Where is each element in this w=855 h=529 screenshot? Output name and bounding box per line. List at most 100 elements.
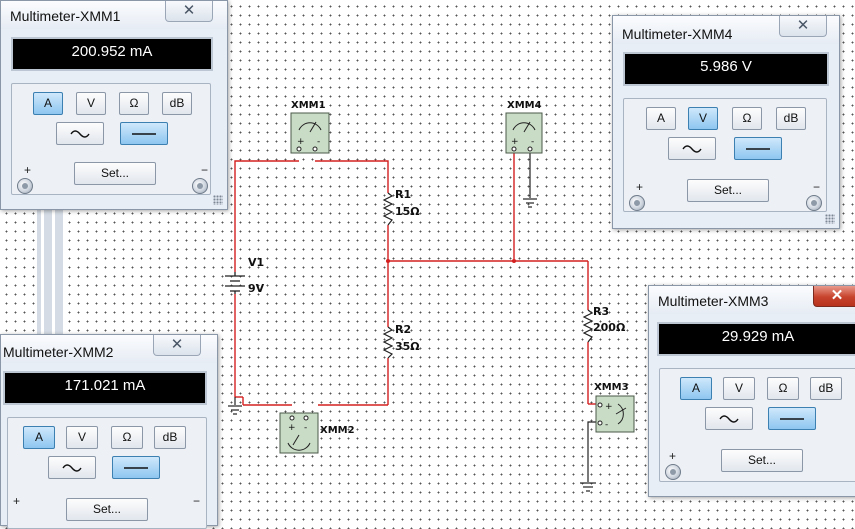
window-title: Multimeter-XMM2 bbox=[3, 344, 114, 360]
mode-v-button[interactable]: V bbox=[688, 107, 718, 130]
dc-line-icon bbox=[780, 418, 804, 420]
mode-db-button[interactable]: dB bbox=[810, 377, 842, 400]
r2-name: R2 bbox=[395, 323, 411, 336]
ac-wave-icon bbox=[70, 130, 90, 138]
xmm2-label: XMM2 bbox=[320, 425, 355, 436]
title-bar[interactable]: Multimeter-XMM1 ✕ bbox=[1, 1, 227, 29]
resistor-r2[interactable] bbox=[382, 326, 394, 359]
mode-db-button[interactable]: dB bbox=[154, 426, 186, 449]
workspace-edge bbox=[37, 195, 63, 340]
svg-text:+: + bbox=[511, 137, 519, 147]
multimeter-xmm1-window[interactable]: Multimeter-XMM1 ✕ 200.952 mA A V Ω dB Se… bbox=[0, 0, 228, 210]
mode-a-button[interactable]: A bbox=[646, 107, 676, 130]
svg-text:-: - bbox=[605, 420, 608, 430]
title-bar[interactable]: Multimeter-XMM3 ✕ bbox=[649, 286, 855, 314]
wires bbox=[234, 152, 598, 406]
multimeter-xmm4-window[interactable]: Multimeter-XMM4 ✕ 5.986 V A V Ω dB Set..… bbox=[612, 15, 840, 229]
mode-db-button[interactable]: dB bbox=[162, 92, 192, 115]
mode-db-button[interactable]: dB bbox=[776, 107, 806, 130]
mode-v-button[interactable]: V bbox=[76, 92, 106, 115]
reading-display: 200.952 mA bbox=[11, 37, 213, 71]
controls-panel: A V Ω dB Set... bbox=[659, 368, 855, 482]
ac-button[interactable] bbox=[705, 407, 753, 430]
mode-ohm-button[interactable]: Ω bbox=[767, 377, 799, 400]
ground-symbol bbox=[228, 405, 242, 415]
svg-text:+: + bbox=[288, 423, 296, 433]
xmm1-symbol[interactable]: + - bbox=[290, 112, 330, 154]
xmm3-label: XMM3 bbox=[594, 382, 629, 393]
title-bar[interactable]: Multimeter-XMM2 ✕ bbox=[1, 335, 217, 363]
ground-symbol bbox=[580, 482, 596, 492]
xmm3-symbol[interactable]: + - bbox=[595, 395, 635, 433]
plus-label: + bbox=[13, 494, 21, 508]
ac-button[interactable] bbox=[668, 137, 716, 160]
window-title: Multimeter-XMM4 bbox=[622, 26, 733, 42]
xmm2-symbol[interactable]: + - bbox=[279, 412, 319, 454]
resize-grip[interactable] bbox=[825, 214, 835, 224]
battery-v1[interactable] bbox=[225, 272, 245, 294]
set-button[interactable]: Set... bbox=[74, 162, 156, 185]
mode-a-button[interactable]: A bbox=[680, 377, 712, 400]
positive-terminal[interactable] bbox=[665, 464, 681, 480]
title-bar[interactable]: Multimeter-XMM4 ✕ bbox=[613, 16, 839, 44]
controls-panel: A V Ω dB Set... bbox=[11, 83, 211, 195]
svg-text:-: - bbox=[531, 137, 534, 147]
ac-wave-icon bbox=[719, 415, 739, 423]
ac-wave-icon bbox=[62, 464, 82, 472]
window-title: Multimeter-XMM3 bbox=[658, 293, 769, 309]
r1-value: 15Ω bbox=[395, 205, 420, 218]
resistor-r3[interactable] bbox=[582, 309, 594, 343]
xmm1-label: XMM1 bbox=[291, 100, 326, 111]
controls-panel: A V Ω dB Set... bbox=[623, 98, 827, 212]
plus-label: + bbox=[669, 449, 677, 463]
ac-wave-icon bbox=[682, 145, 702, 153]
negative-terminal[interactable] bbox=[192, 178, 208, 194]
ac-button[interactable] bbox=[48, 456, 96, 479]
v1-value: 9V bbox=[248, 282, 265, 295]
close-button[interactable]: ✕ bbox=[779, 16, 827, 37]
dc-button[interactable] bbox=[768, 407, 816, 430]
dc-line-icon bbox=[746, 148, 770, 150]
ac-button[interactable] bbox=[56, 122, 104, 145]
close-button[interactable]: ✕ bbox=[813, 286, 855, 307]
xmm4-symbol[interactable]: + - bbox=[505, 112, 543, 154]
close-button[interactable]: ✕ bbox=[165, 1, 213, 22]
set-button[interactable]: Set... bbox=[687, 179, 769, 202]
dc-button[interactable] bbox=[120, 122, 168, 145]
negative-terminal[interactable] bbox=[806, 195, 822, 211]
multimeter-xmm3-window[interactable]: Multimeter-XMM3 ✕ 29.929 mA A V Ω dB Set… bbox=[648, 285, 855, 497]
dc-button[interactable] bbox=[112, 456, 160, 479]
minus-label: − bbox=[201, 163, 209, 177]
r2-value: 35Ω bbox=[395, 340, 420, 353]
resize-grip[interactable] bbox=[213, 195, 223, 205]
reading-display: 171.021 mA bbox=[3, 371, 207, 405]
minus-label: − bbox=[813, 180, 821, 194]
controls-panel: A V Ω dB Set... bbox=[7, 417, 207, 529]
positive-terminal[interactable] bbox=[17, 178, 33, 194]
close-button[interactable]: ✕ bbox=[153, 335, 201, 356]
r3-value: 200Ω bbox=[593, 321, 626, 334]
mode-a-button[interactable]: A bbox=[23, 426, 55, 449]
reading-display: 29.929 mA bbox=[657, 322, 855, 356]
set-button[interactable]: Set... bbox=[721, 449, 803, 472]
mode-ohm-button[interactable]: Ω bbox=[111, 426, 143, 449]
v1-name: V1 bbox=[248, 256, 264, 269]
mode-ohm-button[interactable]: Ω bbox=[732, 107, 762, 130]
window-title: Multimeter-XMM1 bbox=[10, 8, 121, 24]
svg-text:+: + bbox=[605, 402, 613, 412]
mode-a-button[interactable]: A bbox=[33, 92, 63, 115]
dc-button[interactable] bbox=[734, 137, 782, 160]
svg-text:-: - bbox=[304, 423, 307, 433]
positive-terminal[interactable] bbox=[629, 195, 645, 211]
mode-v-button[interactable]: V bbox=[723, 377, 755, 400]
mode-ohm-button[interactable]: Ω bbox=[119, 92, 149, 115]
minus-label: − bbox=[193, 494, 201, 508]
reading-display: 5.986 V bbox=[623, 52, 829, 86]
mode-v-button[interactable]: V bbox=[66, 426, 98, 449]
resistor-r1[interactable] bbox=[382, 192, 394, 226]
multimeter-xmm2-window[interactable]: Multimeter-XMM2 ✕ 171.021 mA A V Ω dB Se… bbox=[0, 334, 218, 529]
ground-symbol bbox=[523, 198, 537, 208]
dc-line-icon bbox=[124, 467, 148, 469]
plus-label: + bbox=[636, 180, 644, 194]
svg-text:-: - bbox=[317, 137, 320, 147]
